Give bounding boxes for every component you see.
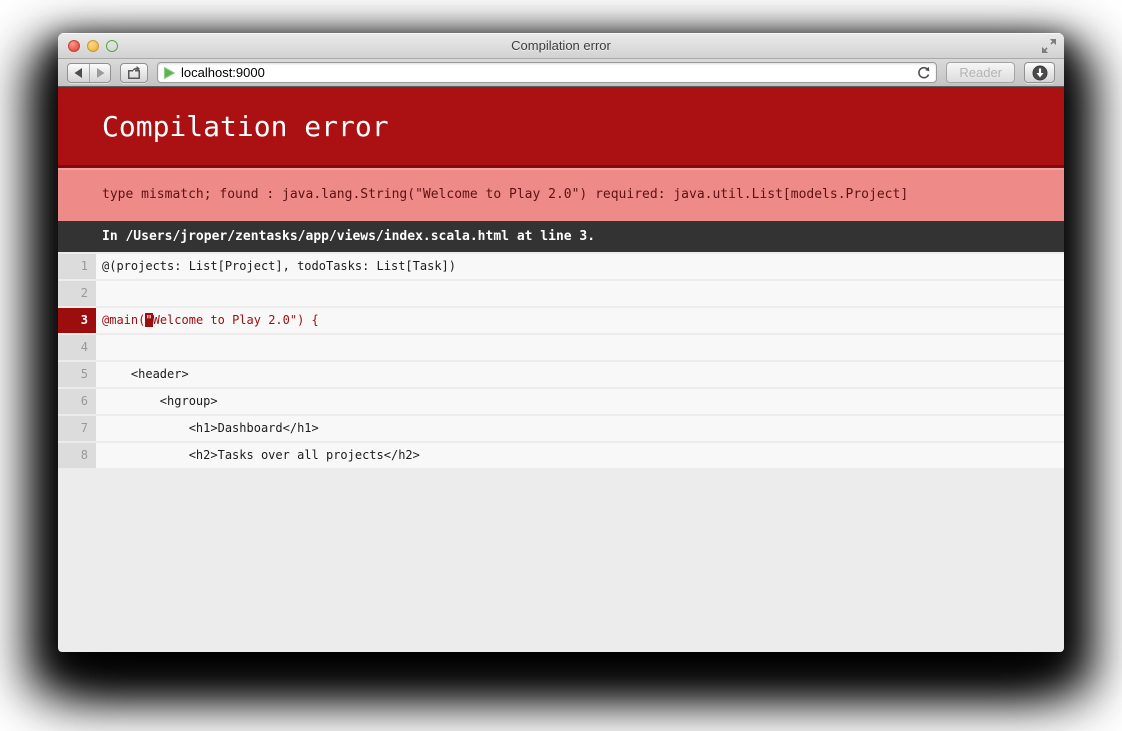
fullscreen-icon[interactable] [1042, 39, 1056, 53]
line-number: 5 [58, 362, 96, 387]
line-content: <hgroup> [96, 389, 1064, 414]
line-number: 6 [58, 389, 96, 414]
code-line-2: 2 [58, 281, 1064, 306]
code-text: <h2>Tasks over all projects</h2> [102, 448, 420, 462]
line-content: <h2>Tasks over all projects</h2> [96, 443, 1064, 468]
line-content [96, 281, 1064, 306]
code-line-6: 6 <hgroup> [58, 389, 1064, 414]
code-text: <header> [102, 367, 189, 381]
back-button[interactable] [68, 64, 89, 82]
code-line-7: 7 <h1>Dashboard</h1> [58, 416, 1064, 441]
address-bar[interactable] [157, 62, 937, 83]
line-content: @(projects: List[Project], todoTasks: Li… [96, 254, 1064, 279]
error-marker: " [145, 313, 152, 327]
line-number: 7 [58, 416, 96, 441]
close-window-button[interactable] [68, 40, 80, 52]
traffic-lights [68, 40, 118, 52]
code-line-5: 5 <header> [58, 362, 1064, 387]
line-number: 1 [58, 254, 96, 279]
error-page-title: Compilation error [58, 110, 389, 143]
error-message-bar: type mismatch; found : java.lang.String(… [58, 168, 1064, 221]
source-code-listing: 1 @(projects: List[Project], todoTasks: … [58, 252, 1064, 470]
line-content [96, 335, 1064, 360]
share-icon [127, 66, 141, 79]
error-page-header: Compilation error [58, 87, 1064, 168]
code-line-3-error: 3 @main("Welcome to Play 2.0") { [58, 308, 1064, 333]
nav-buttons [67, 63, 111, 83]
error-location-bar: In /Users/jroper/zentasks/app/views/inde… [58, 221, 1064, 252]
error-location-text: In /Users/jroper/zentasks/app/views/inde… [58, 229, 595, 244]
titlebar: Compilation error [58, 33, 1064, 59]
line-content: <h1>Dashboard</h1> [96, 416, 1064, 441]
code-text: <hgroup> [102, 394, 218, 408]
line-number: 2 [58, 281, 96, 306]
site-favicon-play-icon [164, 67, 175, 79]
code-line-8: 8 <h2>Tasks over all projects</h2> [58, 443, 1064, 468]
code-line-4: 4 [58, 335, 1064, 360]
downloads-button[interactable] [1024, 62, 1055, 83]
url-input[interactable] [181, 65, 911, 80]
code-text: <h1>Dashboard</h1> [102, 421, 319, 435]
code-text: Welcome to Play 2.0") { [153, 313, 319, 327]
reload-icon[interactable] [917, 66, 930, 80]
forward-button[interactable] [89, 64, 110, 82]
error-line-number: 3 [58, 308, 96, 333]
browser-window: Compilation error [58, 33, 1064, 652]
minimize-window-button[interactable] [87, 40, 99, 52]
download-icon [1032, 65, 1048, 81]
browser-toolbar: Reader [58, 59, 1064, 87]
code-text: @main( [102, 313, 145, 327]
error-message-text: type mismatch; found : java.lang.String(… [58, 187, 908, 202]
forward-arrow-icon [96, 68, 105, 78]
window-title: Compilation error [511, 38, 611, 53]
back-arrow-icon [74, 68, 83, 78]
zoom-window-button[interactable] [106, 40, 118, 52]
reader-button[interactable]: Reader [946, 62, 1015, 83]
code-text: @(projects: List[Project], todoTasks: Li… [102, 259, 456, 273]
reader-button-label: Reader [959, 65, 1002, 80]
line-number: 4 [58, 335, 96, 360]
line-content: <header> [96, 362, 1064, 387]
line-content: @main("Welcome to Play 2.0") { [96, 308, 1064, 333]
line-number: 8 [58, 443, 96, 468]
share-button[interactable] [120, 63, 148, 83]
code-line-1: 1 @(projects: List[Project], todoTasks: … [58, 254, 1064, 279]
